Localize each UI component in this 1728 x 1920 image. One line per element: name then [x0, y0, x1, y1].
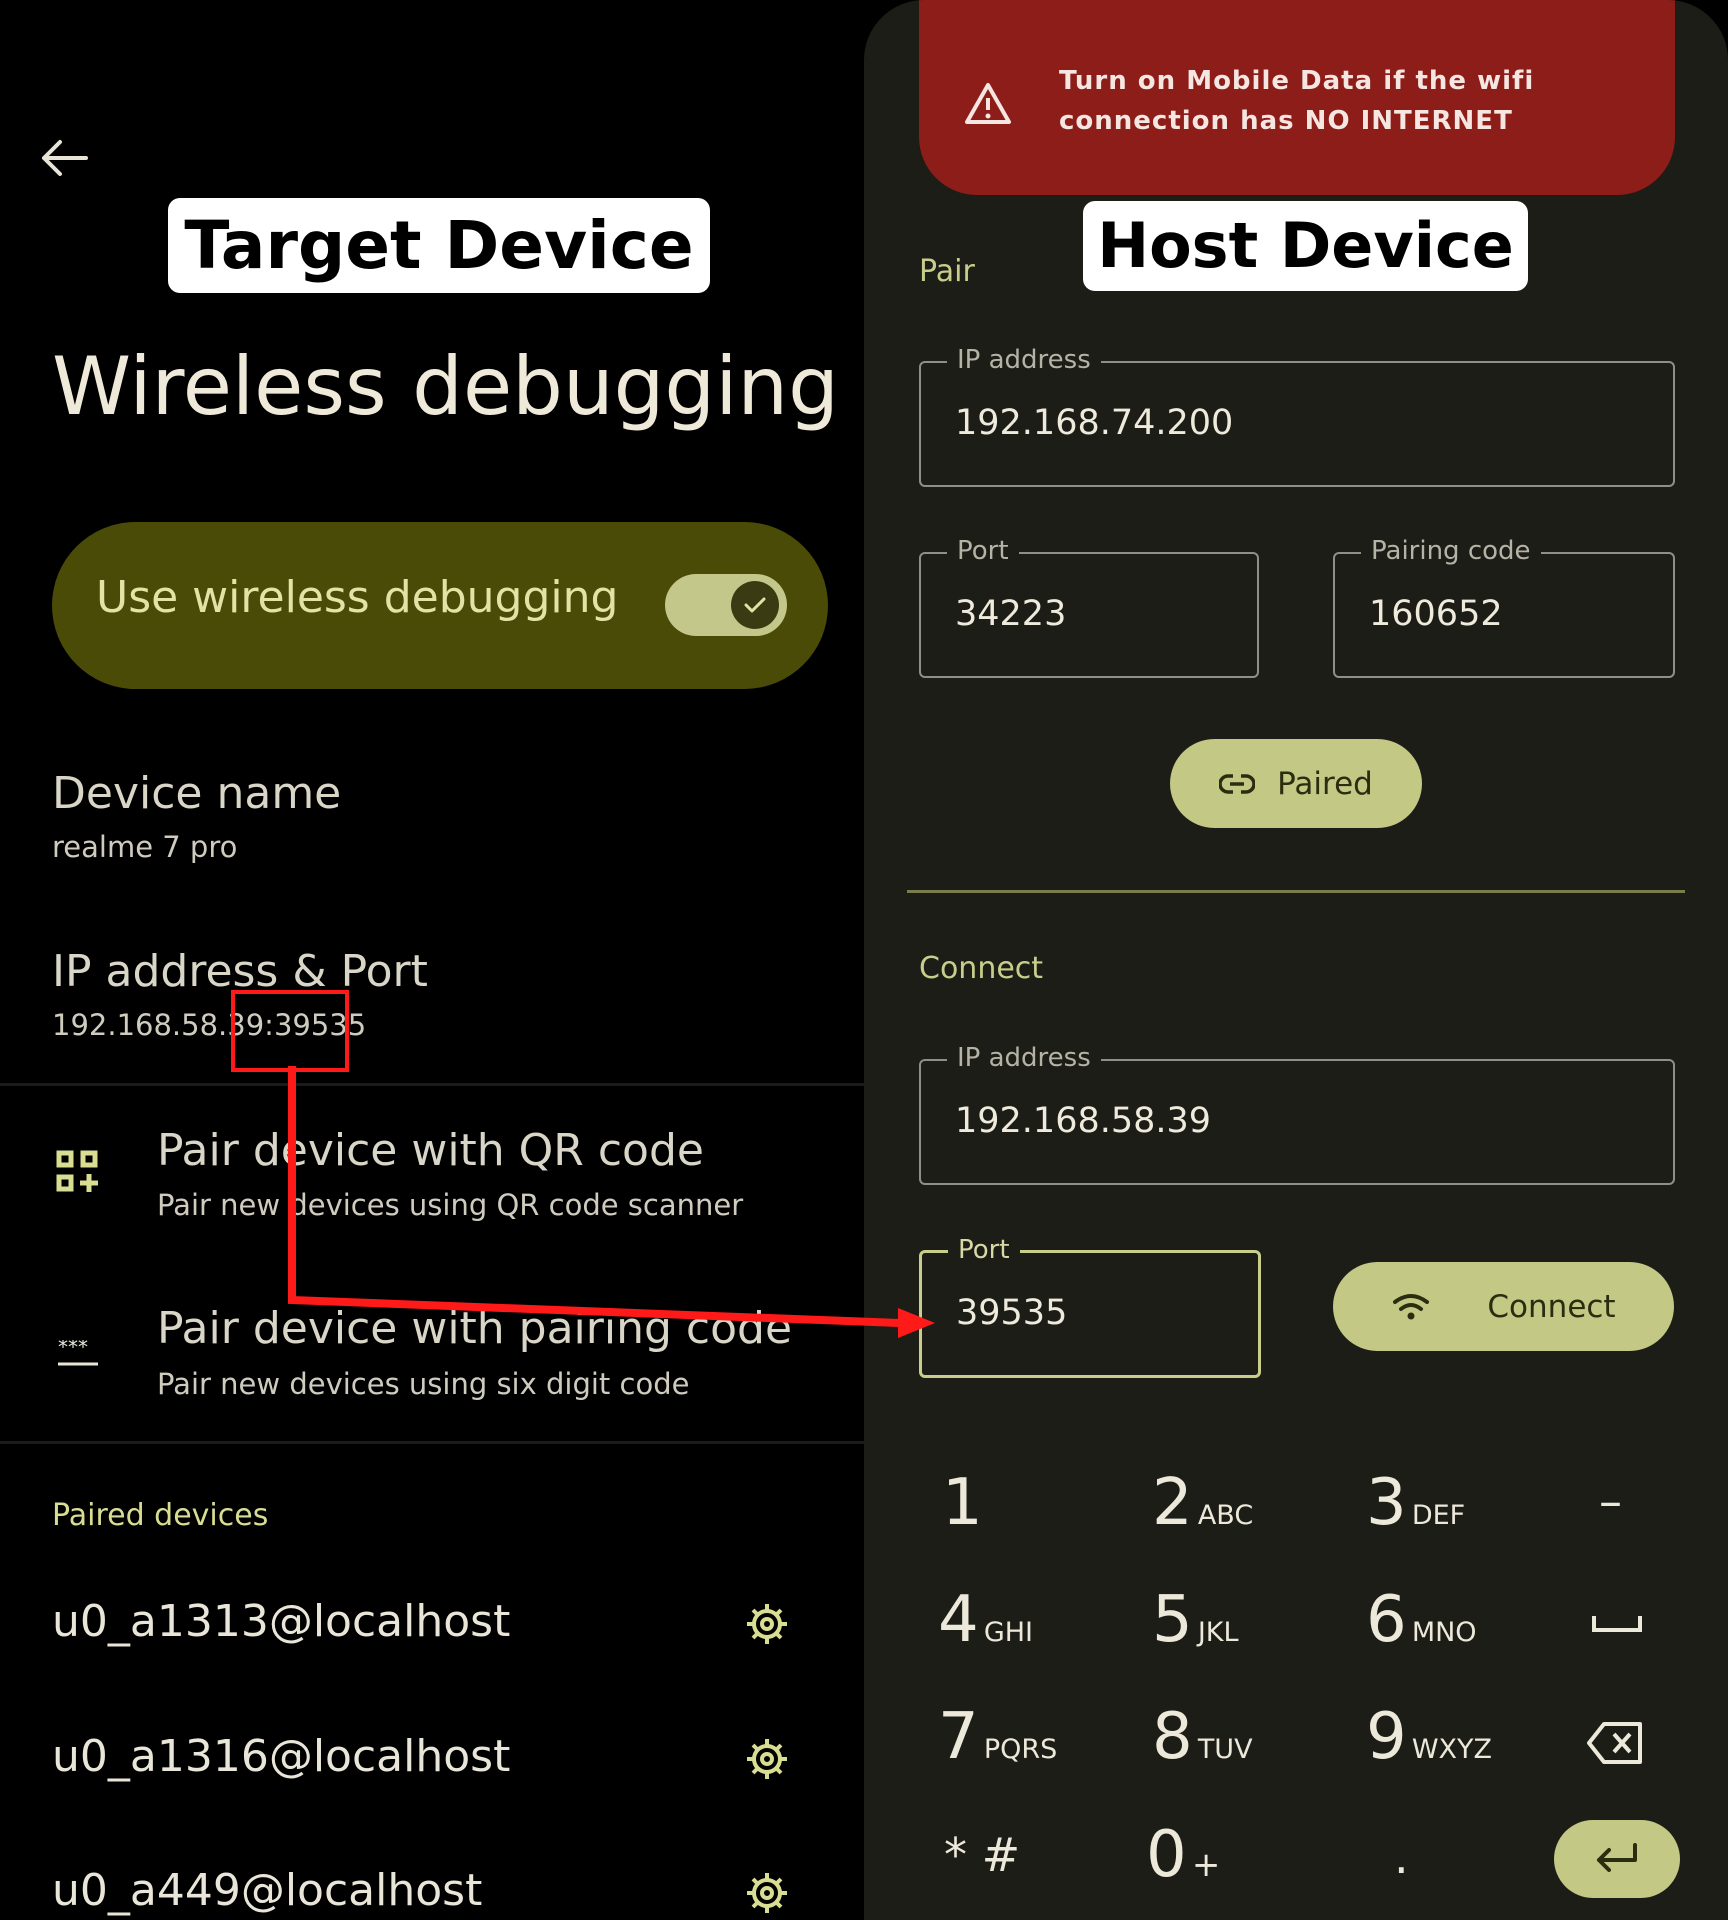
wireless-debugging-toggle-card[interactable]: Use wireless debugging: [52, 522, 828, 689]
key-6[interactable]: 6 MNO: [1366, 1583, 1477, 1657]
paired-button-label: Paired: [1277, 765, 1373, 802]
target-device-screen: Target Device Wireless debugging Use wir…: [0, 0, 864, 1920]
device-name-title[interactable]: Device name: [52, 768, 341, 819]
key-8[interactable]: 8 TUV: [1152, 1700, 1253, 1774]
field-value: 39535: [956, 1293, 1068, 1333]
field-label: Port: [947, 534, 1019, 568]
port-highlight-box: [231, 990, 349, 1072]
pair-port-field[interactable]: Port 34223: [919, 534, 1259, 678]
svg-text:***: ***: [58, 1340, 88, 1359]
key-minus[interactable]: –: [1599, 1474, 1622, 1528]
pairing-code-field[interactable]: Pairing code 160652: [1333, 534, 1675, 678]
numeric-keypad: 1 2 ABC 3 DEF – 4 GHI 5 JKL 6 MNO 7 PQRS…: [864, 1430, 1728, 1920]
backspace-icon[interactable]: [1586, 1720, 1644, 1766]
key-5[interactable]: 5 JKL: [1152, 1583, 1239, 1657]
pair-qr-title[interactable]: Pair device with QR code: [157, 1125, 704, 1176]
device-name-value: realme 7 pro: [52, 830, 238, 864]
connect-button[interactable]: Connect: [1333, 1262, 1674, 1351]
host-device-callout: Host Device: [1083, 201, 1528, 291]
pair-ip-field[interactable]: IP address 192.168.74.200: [919, 343, 1675, 487]
enter-icon: [1597, 1843, 1637, 1872]
key-9[interactable]: 9 WXYZ: [1366, 1700, 1492, 1774]
paired-devices-header: Paired devices: [52, 1498, 269, 1533]
field-label: IP address: [947, 1041, 1101, 1075]
field-label: IP address: [947, 343, 1101, 377]
wifi-icon: [1393, 1293, 1430, 1319]
field-value: 160652: [1369, 594, 1503, 634]
connect-section-header: Connect: [919, 951, 1044, 986]
section-divider: [907, 890, 1685, 893]
connect-port-field[interactable]: Port 39535: [919, 1233, 1261, 1378]
toggle-label: Use wireless debugging: [96, 572, 619, 623]
back-arrow-icon[interactable]: [36, 130, 92, 186]
enter-key[interactable]: [1554, 1820, 1680, 1898]
key-star-hash[interactable]: * #: [944, 1828, 1020, 1882]
check-icon: [744, 597, 766, 613]
space-key-icon[interactable]: [1591, 1612, 1643, 1636]
pair-section-header: Pair: [919, 254, 975, 289]
pair-code-title[interactable]: Pair device with pairing code: [157, 1303, 792, 1354]
connect-ip-field[interactable]: IP address 192.168.58.39: [919, 1041, 1675, 1185]
link-icon: [1219, 773, 1256, 794]
settings-gear-icon[interactable]: [743, 1735, 791, 1783]
settings-gear-icon[interactable]: [743, 1869, 791, 1917]
pair-qr-subtitle: Pair new devices using QR code scanner: [157, 1188, 744, 1222]
key-3[interactable]: 3 DEF: [1366, 1466, 1465, 1540]
switch-knob: [731, 581, 779, 629]
field-value: 192.168.74.200: [955, 403, 1234, 443]
paired-device-name[interactable]: u0_a449@localhost: [52, 1865, 482, 1916]
key-0[interactable]: 0 +: [1146, 1818, 1220, 1892]
divider: [0, 1441, 864, 1444]
field-value: 192.168.58.39: [955, 1101, 1212, 1141]
page-title: Wireless debugging: [52, 340, 839, 433]
field-label: Pairing code: [1361, 534, 1541, 568]
pair-code-subtitle: Pair new devices using six digit code: [157, 1367, 690, 1401]
pairing-code-icon: ***: [58, 1340, 98, 1366]
settings-gear-icon[interactable]: [743, 1600, 791, 1648]
key-dot[interactable]: .: [1394, 1830, 1409, 1884]
target-device-callout: Target Device: [168, 198, 710, 293]
divider: [0, 1083, 864, 1086]
key-1[interactable]: 1: [942, 1466, 983, 1540]
field-label: Port: [948, 1233, 1020, 1267]
warning-text-line1: Turn on Mobile Data if the wifi: [1059, 66, 1535, 96]
warning-banner: Turn on Mobile Data if the wifi connecti…: [919, 0, 1675, 195]
key-4[interactable]: 4 GHI: [938, 1583, 1033, 1657]
paired-device-name[interactable]: u0_a1313@localhost: [52, 1596, 510, 1647]
field-value: 34223: [955, 594, 1067, 634]
connect-button-label: Connect: [1487, 1288, 1616, 1325]
paired-button[interactable]: Paired: [1170, 739, 1422, 828]
wireless-debugging-switch[interactable]: [665, 574, 787, 636]
warning-text-line2: connection has NO INTERNET: [1059, 106, 1513, 136]
qr-code-icon: [56, 1150, 98, 1192]
paired-device-name[interactable]: u0_a1316@localhost: [52, 1731, 510, 1782]
key-2[interactable]: 2 ABC: [1152, 1466, 1253, 1540]
warning-icon: [965, 83, 1011, 124]
key-7[interactable]: 7 PQRS: [938, 1700, 1057, 1774]
